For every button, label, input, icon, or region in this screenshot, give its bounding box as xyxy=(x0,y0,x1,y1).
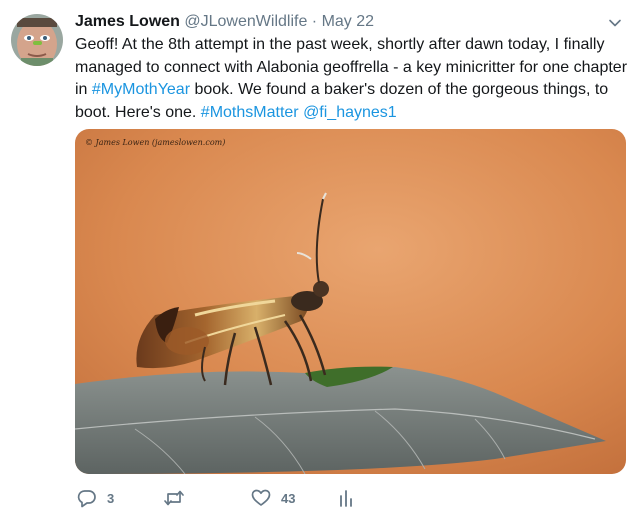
like-action[interactable]: 43 xyxy=(251,486,295,510)
analytics-action[interactable] xyxy=(339,486,353,510)
reply-count: 3 xyxy=(107,490,115,506)
hashtag-link[interactable]: #MyMothYear xyxy=(92,81,190,98)
avatar[interactable] xyxy=(11,14,63,66)
hashtag-link[interactable]: #MothsMatter xyxy=(201,104,299,121)
retweet-icon[interactable] xyxy=(163,488,185,508)
analytics-icon[interactable] xyxy=(339,488,353,508)
tweet-actions: 3 43 xyxy=(77,486,637,510)
reply-icon[interactable] xyxy=(77,488,97,508)
tweet-text: Geoff! At the 8th attempt in the past we… xyxy=(75,34,635,124)
tweet-header: James Lowen @JLowenWildlife · May 22 xyxy=(75,12,374,32)
like-count: 43 xyxy=(281,490,296,506)
tweet: James Lowen @JLowenWildlife · May 22 Geo… xyxy=(0,0,642,517)
chevron-down-icon[interactable] xyxy=(608,16,622,30)
author-handle[interactable]: @JLowenWildlife xyxy=(184,13,307,30)
avatar-image xyxy=(11,14,63,66)
mention-link[interactable]: @fi_haynes1 xyxy=(303,104,397,121)
heart-icon[interactable] xyxy=(251,488,271,508)
retweet-action[interactable] xyxy=(163,486,195,510)
tweet-date[interactable]: May 22 xyxy=(322,13,374,30)
photo-watermark: © James Lowen (jameslowen.com) xyxy=(85,138,226,147)
moth-photo xyxy=(75,129,626,474)
separator-dot: · xyxy=(311,13,318,30)
reply-action[interactable]: 3 xyxy=(77,486,114,510)
tweet-photo[interactable]: © James Lowen (jameslowen.com) xyxy=(75,129,626,474)
author-name[interactable]: James Lowen xyxy=(75,13,180,30)
